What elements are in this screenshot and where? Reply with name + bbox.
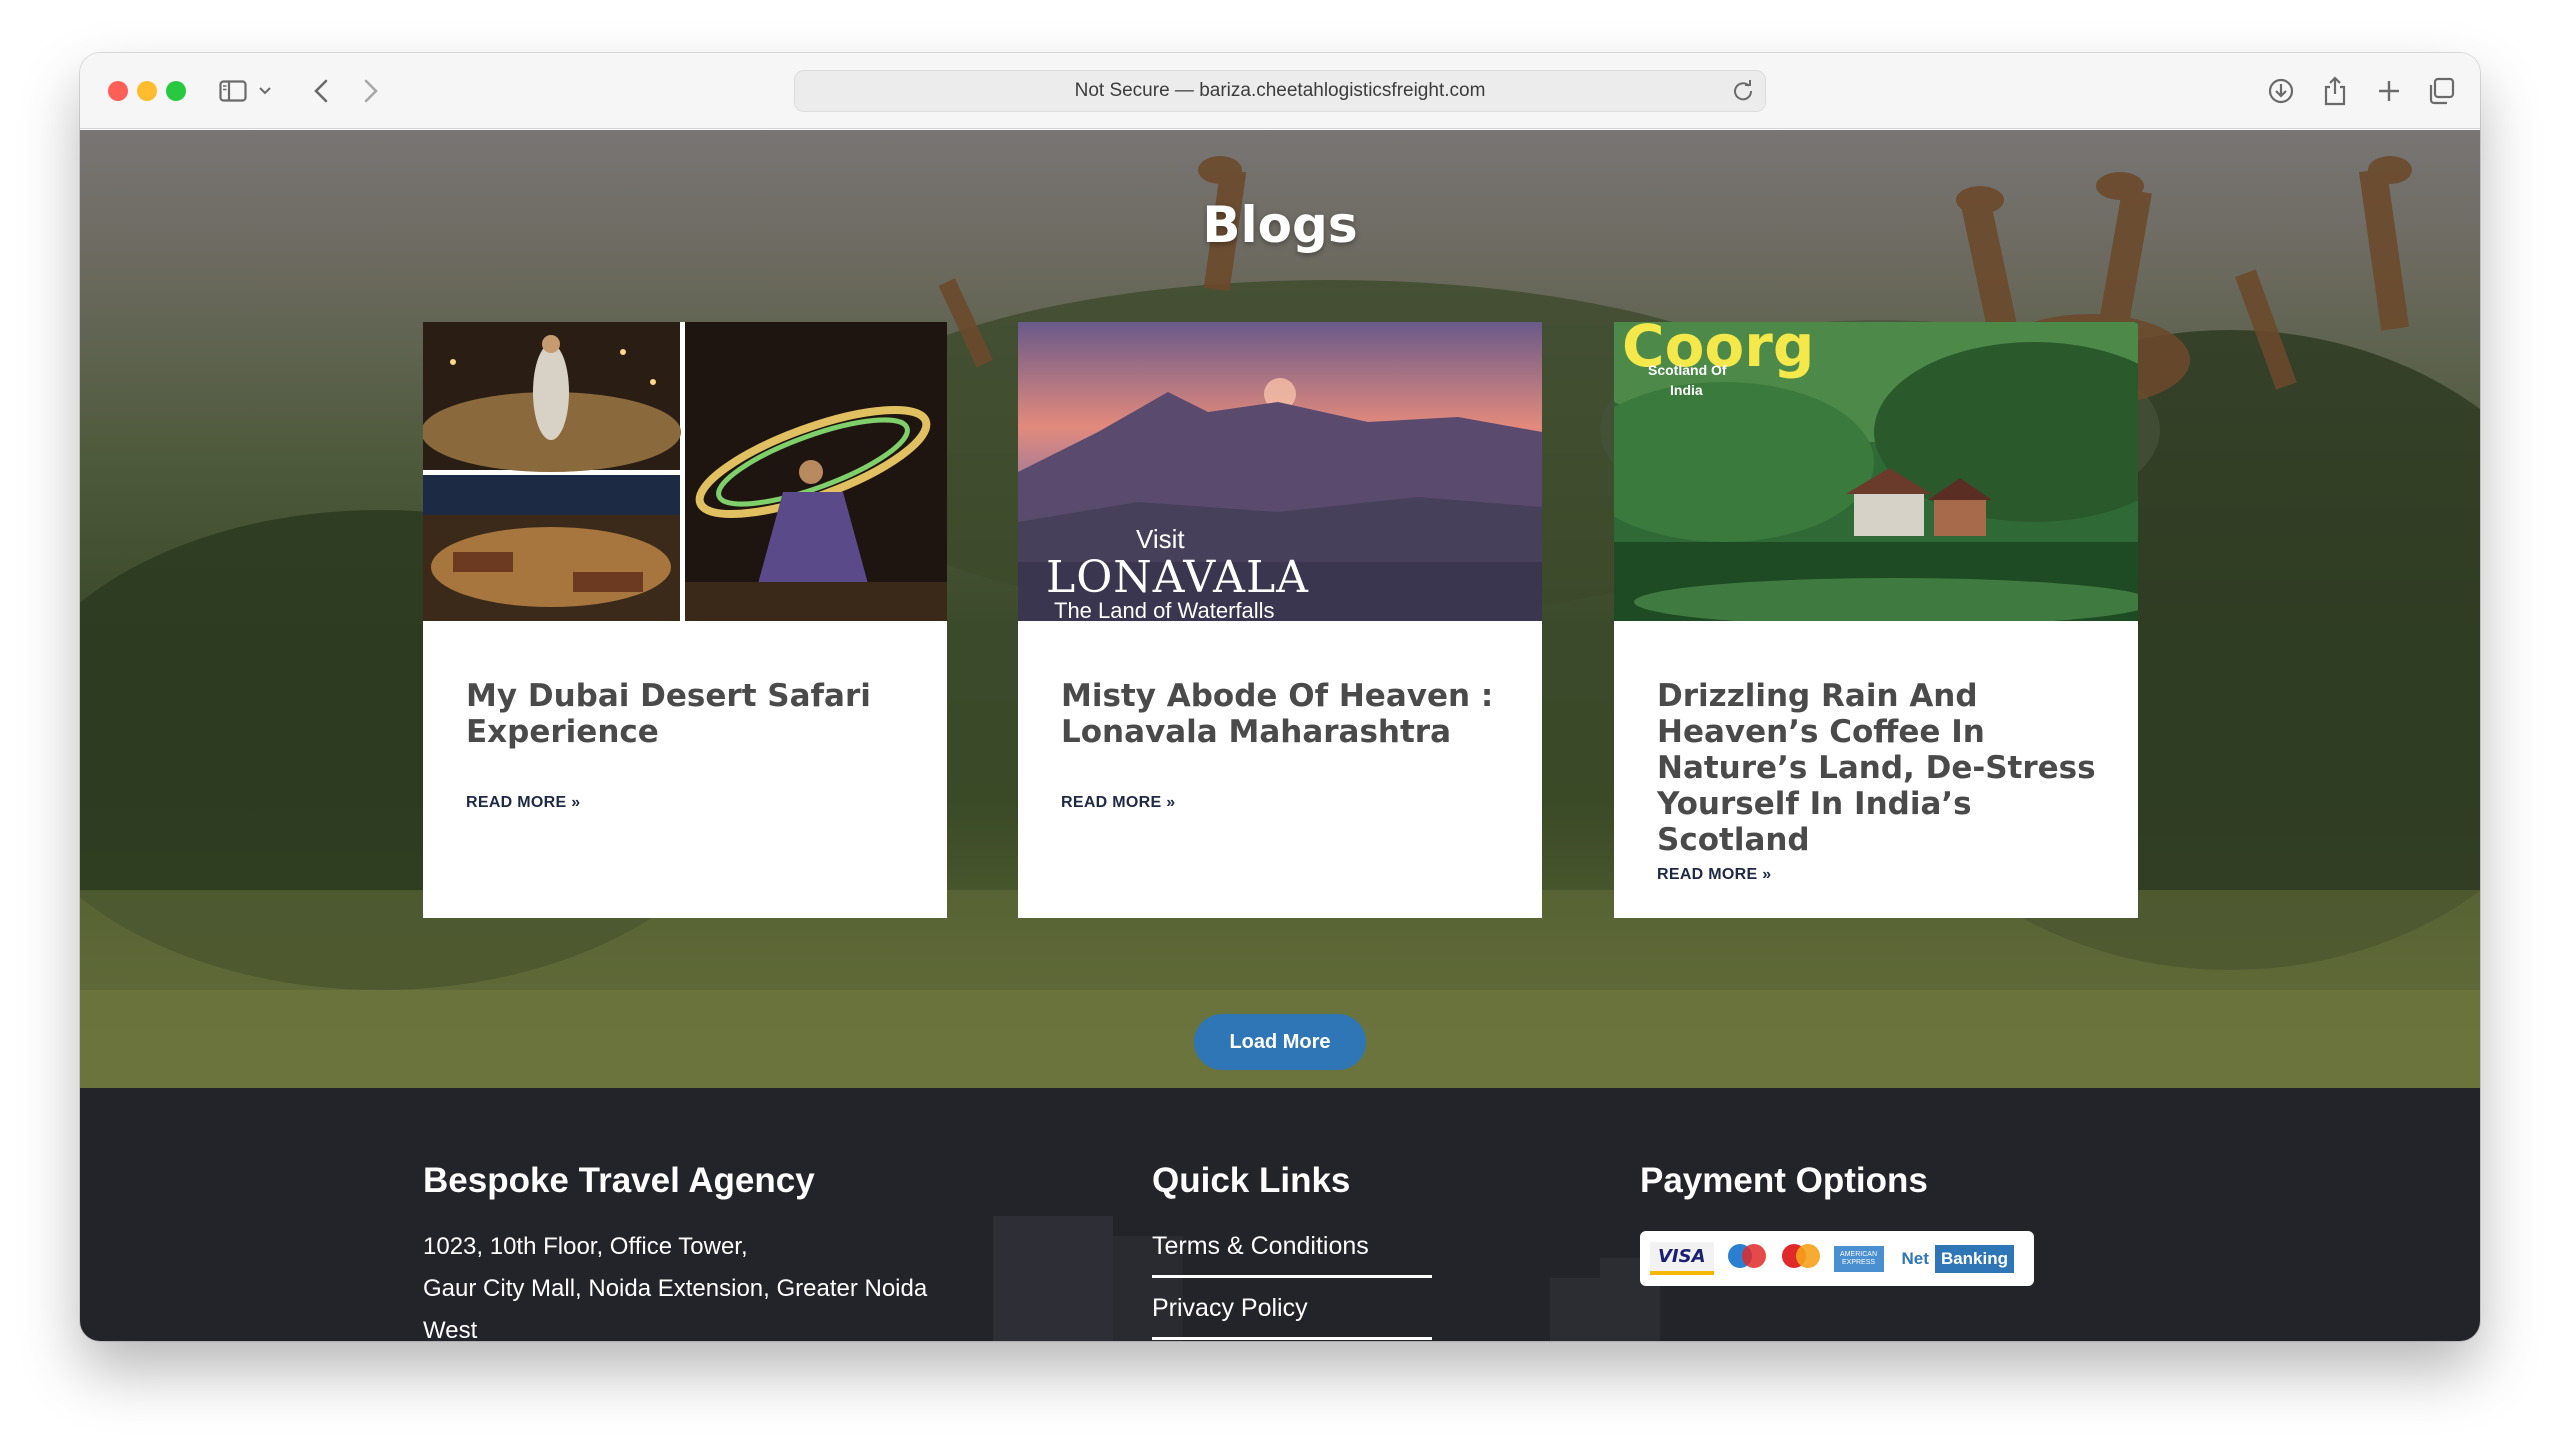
load-more-button[interactable]: Load More (1194, 1014, 1366, 1070)
blog-card-title[interactable]: Misty Abode Of Heaven : Lonavala Maharas… (1061, 678, 1502, 750)
blog-card-title[interactable]: Drizzling Rain And Heaven’s Coffee In Na… (1657, 678, 2098, 858)
blogs-section: Blogs My Dubai Desert Safari Experience … (80, 130, 2480, 1088)
agency-heading: Bespoke Travel Agency (423, 1161, 815, 1200)
address-line-1: 1023, 10th Floor, Office Tower, (423, 1233, 748, 1260)
minimize-window-button[interactable] (137, 81, 157, 101)
visa-logo: VISA (1650, 1242, 1714, 1275)
browser-window: Not Secure — bariza.cheetahlogisticsfrei… (80, 53, 2480, 1341)
payment-methods-image: VISA AMERICAN EXPRESS Net Banking (1640, 1231, 2034, 1286)
zoom-window-button[interactable] (166, 81, 186, 101)
terms-conditions-link[interactable]: Terms & Conditions (1152, 1232, 1432, 1278)
sidebar-icon[interactable] (216, 73, 250, 109)
lonavala-visit-text: Visit (1136, 524, 1185, 554)
read-more-link[interactable]: READ MORE » (1061, 794, 1175, 812)
chevron-down-icon[interactable] (256, 73, 274, 109)
forward-icon[interactable] (356, 73, 386, 109)
net-banking-logo: Net Banking (1896, 1244, 2014, 1274)
quick-links-heading: Quick Links (1152, 1161, 1351, 1200)
blog-card[interactable]: Visit LONAVALA The Land of Waterfalls Mi… (1018, 322, 1542, 918)
privacy-policy-link[interactable]: Privacy Policy (1152, 1294, 1432, 1340)
mastercard-logo (1780, 1243, 1822, 1274)
download-icon[interactable] (2264, 73, 2298, 109)
address-line-3: West (423, 1317, 478, 1341)
blog-card-title[interactable]: My Dubai Desert Safari Experience (466, 678, 907, 750)
blog-card[interactable]: Coorg Scotland Of India Drizzling Rain A… (1614, 322, 2138, 918)
read-more-link[interactable]: READ MORE » (1657, 866, 1771, 884)
browser-toolbar: Not Secure — bariza.cheetahlogisticsfrei… (80, 53, 2480, 129)
footer: Bespoke Travel Agency 1023, 10th Floor, … (80, 1088, 2480, 1341)
address-text: Not Secure — bariza.cheetahlogisticsfrei… (1074, 80, 1486, 101)
coorg-tagline-text-2: India (1670, 382, 1703, 398)
desert-safari-image[interactable] (423, 322, 947, 621)
lonavala-tagline-text: The Land of Waterfalls (1054, 598, 1275, 621)
lonavala-place-text: LONAVALA (1046, 552, 1309, 603)
close-window-button[interactable] (108, 81, 128, 101)
maestro-logo (1726, 1243, 1768, 1274)
address-bar[interactable]: Not Secure — bariza.cheetahlogisticsfrei… (794, 70, 1766, 112)
blogs-heading: Blogs (1202, 196, 1358, 254)
address-line-2: Gaur City Mall, Noida Extension, Greater… (423, 1275, 928, 1302)
tab-overview-icon[interactable] (2424, 73, 2458, 109)
back-icon[interactable] (306, 73, 336, 109)
lonavala-image[interactable]: Visit LONAVALA The Land of Waterfalls (1018, 322, 1542, 621)
blog-card[interactable]: My Dubai Desert Safari Experience READ M… (423, 322, 947, 918)
share-icon[interactable] (2318, 73, 2352, 109)
payment-options-heading: Payment Options (1640, 1161, 1928, 1200)
coorg-tagline-text-1: Scotland Of (1648, 362, 1727, 378)
page-content: Blogs My Dubai Desert Safari Experience … (80, 130, 2480, 1341)
new-tab-icon[interactable] (2372, 73, 2406, 109)
amex-logo: AMERICAN EXPRESS (1833, 1245, 1884, 1272)
coorg-image[interactable]: Coorg Scotland Of India (1614, 322, 2138, 621)
read-more-link[interactable]: READ MORE » (466, 794, 580, 812)
reload-icon[interactable] (1731, 79, 1755, 109)
